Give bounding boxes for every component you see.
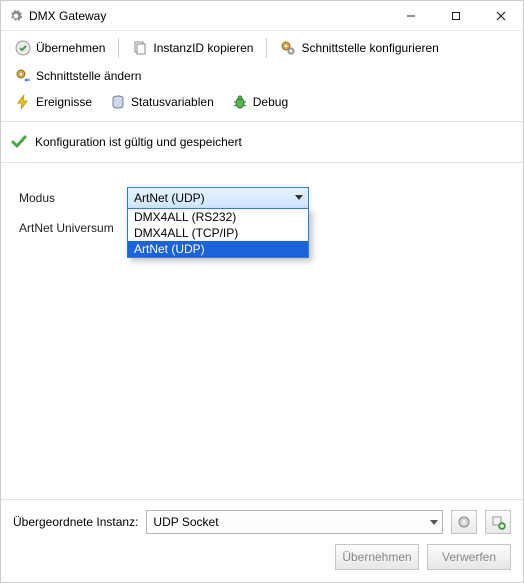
chevron-down-icon — [430, 515, 438, 529]
mode-select[interactable]: ArtNet (UDP) — [127, 187, 309, 209]
status-message: Konfiguration ist gültig und gespeichert — [35, 135, 242, 149]
apply-button[interactable]: Übernehmen — [7, 35, 113, 61]
bug-icon — [232, 94, 248, 110]
toolbar-label: Debug — [253, 95, 288, 109]
chevron-down-icon — [290, 188, 308, 208]
window: DMX Gateway Übernehmen InstanzID kopiere… — [0, 0, 524, 583]
window-controls — [388, 1, 523, 30]
gear-icon — [9, 9, 23, 23]
mode-option[interactable]: ArtNet (UDP) — [128, 241, 308, 257]
toolbar-label: Statusvariablen — [131, 95, 214, 109]
window-title: DMX Gateway — [29, 9, 106, 23]
parent-add-button[interactable] — [485, 510, 511, 534]
debug-button[interactable]: Debug — [224, 89, 296, 115]
toolbar-separator — [266, 38, 267, 58]
module-add-icon — [490, 514, 506, 530]
universe-label: ArtNet Universum — [19, 221, 127, 235]
change-interface-button[interactable]: Schnittstelle ändern — [7, 63, 149, 89]
copy-icon — [132, 40, 148, 56]
parent-instance-select[interactable]: UDP Socket — [146, 510, 443, 534]
mode-select-value: ArtNet (UDP) — [134, 191, 290, 205]
footer: Übergeordnete Instanz: UDP Socket Überne… — [1, 499, 523, 582]
toolbar-label: Schnittstelle ändern — [36, 69, 141, 83]
parent-instance-value: UDP Socket — [153, 515, 218, 529]
circle-ok-icon — [15, 40, 31, 56]
mode-label: Modus — [19, 191, 127, 205]
mode-dropdown: DMX4ALL (RS232) DMX4ALL (TCP/IP) ArtNet … — [127, 208, 309, 258]
close-button[interactable] — [478, 1, 523, 30]
parent-instance-label: Übergeordnete Instanz: — [13, 515, 138, 529]
database-icon — [110, 94, 126, 110]
copy-instance-button[interactable]: InstanzID kopieren — [124, 35, 261, 61]
toolbar-label: Schnittstelle konfigurieren — [301, 41, 438, 55]
toolbar-row-2: Ereignisse Statusvariablen Debug — [1, 89, 523, 122]
toolbar-label: InstanzID kopieren — [153, 41, 253, 55]
events-button[interactable]: Ereignisse — [7, 89, 100, 115]
toolbar-separator — [118, 38, 119, 58]
status-vars-button[interactable]: Statusvariablen — [102, 89, 222, 115]
toolbar-row-1: Übernehmen InstanzID kopieren Schnittste… — [1, 31, 523, 89]
maximize-button[interactable] — [433, 1, 478, 30]
mode-option[interactable]: DMX4ALL (TCP/IP) — [128, 225, 308, 241]
footer-discard-button[interactable]: Verwerfen — [427, 544, 511, 570]
toolbar-label: Ereignisse — [36, 95, 92, 109]
minimize-button[interactable] — [388, 1, 433, 30]
mode-option[interactable]: DMX4ALL (RS232) — [128, 209, 308, 225]
button-label: Übernehmen — [342, 550, 411, 564]
button-label: Verwerfen — [442, 550, 496, 564]
status-bar: Konfiguration ist gültig und gespeichert — [1, 122, 523, 163]
gear-swap-icon — [15, 68, 31, 84]
form-area: Modus ArtNet (UDP) DMX4ALL (RS232) DMX4A… — [1, 163, 523, 499]
checkmark-icon — [11, 134, 27, 150]
lightning-icon — [15, 94, 31, 110]
gears-icon — [280, 40, 296, 56]
configure-interface-button[interactable]: Schnittstelle konfigurieren — [272, 35, 446, 61]
footer-apply-button[interactable]: Übernehmen — [335, 544, 419, 570]
parent-configure-button[interactable] — [451, 510, 477, 534]
gear-icon — [456, 514, 472, 530]
titlebar: DMX Gateway — [1, 1, 523, 31]
toolbar-label: Übernehmen — [36, 41, 105, 55]
